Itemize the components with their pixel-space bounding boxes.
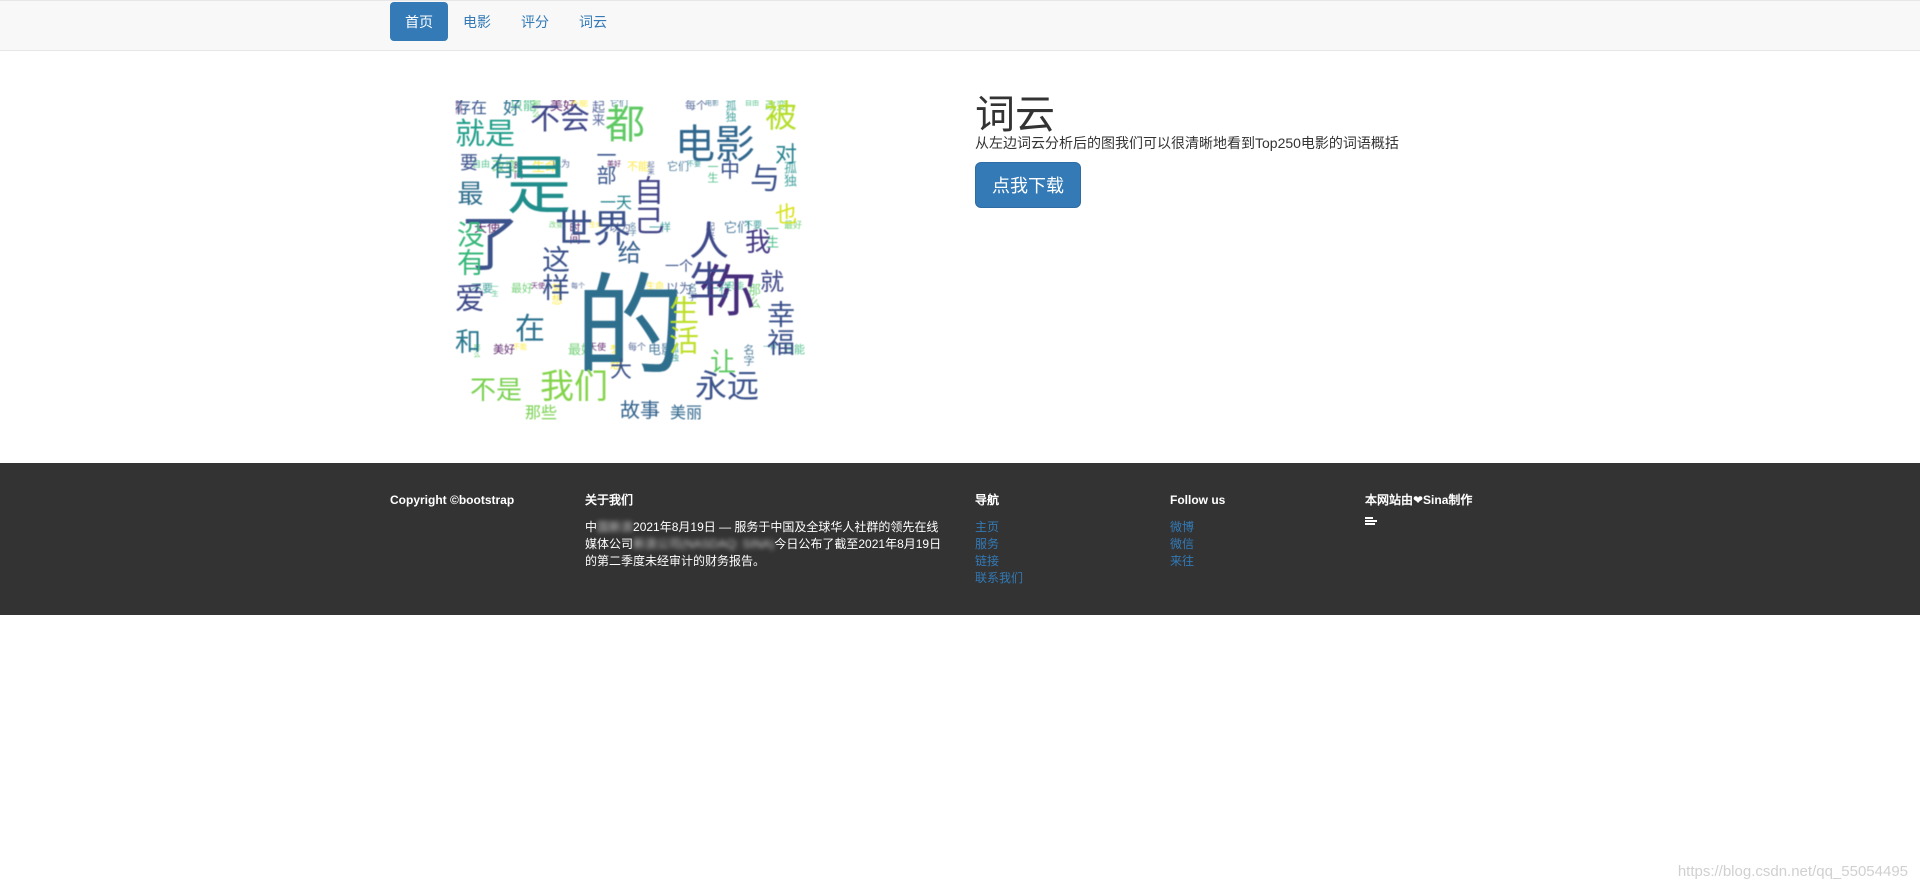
wordcloud-word: 让 [710,348,737,378]
wordcloud-word: 我 [745,228,772,258]
wordcloud-filler-word: 起来 [589,100,604,126]
navbar: 首页 电影 评分 词云 [0,0,1920,51]
wordcloud-word: 那些 [525,403,558,421]
footer-nav-col: 导航 主页 服务 链接 联系我们 [975,493,1023,587]
wordcloud-word: 与 [750,162,780,197]
wordcloud-word: 也 [775,203,798,228]
wordcloud-word: 中 [720,158,740,182]
wordcloud-word: 故事 [620,398,660,420]
about-text-blurred: 新浪公司(NASDAQ: SINA) [633,537,775,551]
wordcloud-image: 最好 不要 起来 美好 只能 名字 生命 改变 孤独 每个 天使 一生 它们 不能 那么 一样 以为 时间 自由 电影… [455,100,805,420]
footer-nav-heading: 导航 [975,493,1000,507]
follow-link-laiwang[interactable]: 来往 [1170,553,1225,570]
about-text: 中国新浪2021年8月19日 — 服务于中国及全球华人社群的领先在线媒体公司新浪… [585,519,945,570]
wordcloud-filler-word: 一生 [491,283,499,297]
wordcloud-word: 就是 [455,117,515,152]
wordcloud-word: 好 [503,100,521,119]
footer-follow-col: Follow us 微博 微信 来往 [1170,493,1225,570]
wordcloud-word: 一个 [665,259,693,275]
wordcloud-word: 最 [455,180,483,206]
wordcloud-filler-word: 每个 [685,100,707,112]
page-title: 词云 [975,92,1055,138]
wordcloud-filler-word: 最好 [511,282,533,295]
wordcloud-word: 这样 [538,245,571,301]
copyright-text: Copyright ©bootstrap [390,493,515,507]
footer-link-contact[interactable]: 联系我们 [975,570,1023,587]
wordcloud-word: 爱 [455,282,485,317]
wordcloud-word: 幸福 [763,300,796,356]
wordcloud-word: 给 [613,240,641,264]
wordcloud-word: 不是 [470,376,523,406]
watermark: https://blog.csdn.net/qq_55054495 [1677,863,1908,880]
page-description: 从左边词云分析后的图我们可以很清晰地看到Top250电影的词语概括 [975,135,1399,151]
wordcloud-filler-word: 不能 [627,160,649,173]
wordcloud-word: 我们 [540,367,608,407]
nav-item-wordcloud[interactable]: 词云 [564,2,622,41]
wordcloud-word: 大 [610,358,633,383]
wordcloud-word: 没有 [455,220,486,276]
wordcloud-word: 不会 [530,102,590,137]
wordcloud-filler-word: 孤独 [724,100,737,122]
footer-link-links[interactable]: 链接 [975,553,1023,570]
wordcloud-filler-word: 自由 [745,100,759,107]
wordcloud-word: 自己 [628,175,663,235]
footer-about-col: 关于我们 中国新浪2021年8月19日 — 服务于中国及全球华人社群的领先在线媒… [585,493,945,570]
made-by-text: 本网站由❤Sina制作 [1365,493,1473,507]
wordcloud-word: 电影 [675,122,755,168]
footer-link-services[interactable]: 服务 [975,536,1023,553]
wordcloud-word: 和 [455,328,482,358]
wordcloud-filler-word: 电影 [705,100,719,107]
wordcloud-word: 一天 [600,193,633,212]
footer-madeby-col: 本网站由❤Sina制作 [1365,493,1472,526]
nav-item-movies[interactable]: 电影 [448,2,506,41]
wordcloud-word: 要 [460,153,478,174]
wordcloud-word: 生活 [663,295,698,355]
footer-copyright-col: Copyright ©bootstrap [390,493,514,519]
wordcloud-word: 都 [605,102,645,148]
footer: Copyright ©bootstrap 关于我们 中国新浪2021年8月19日… [0,463,1920,615]
download-button[interactable]: 点我下载 [975,162,1081,208]
wordcloud-word: 一部 [593,145,617,185]
about-text-part: 中 [585,520,598,534]
wordcloud-filler-word: 名字 [742,344,755,366]
follow-link-wechat[interactable]: 微信 [1170,536,1225,553]
nav-item-home[interactable]: 首页 [390,2,448,41]
wordcloud-word: 在 [515,312,545,347]
wordcloud-word: 美丽 [670,403,703,421]
nav-item-ratings[interactable]: 评分 [506,2,564,41]
wordcloud-word: 就 [760,268,784,296]
about-heading: 关于我们 [585,493,634,507]
wordcloud-filler-word: 美好 [493,343,515,356]
nav-menu: 首页 电影 评分 词云 [390,2,622,41]
wordcloud-word: 对 [775,143,798,168]
wordcloud-filler-word: 起来 [647,161,655,175]
menu-icon[interactable] [1365,517,1377,525]
wordcloud-word: 存在 [455,100,488,117]
footer-link-home[interactable]: 主页 [975,519,1023,536]
follow-heading: Follow us [1170,493,1226,507]
about-text-blurred: 国新浪 [597,520,634,534]
follow-link-weibo[interactable]: 微博 [1170,519,1225,536]
wordcloud-word: 有 [490,153,517,183]
wordcloud-word: 被 [765,100,798,135]
